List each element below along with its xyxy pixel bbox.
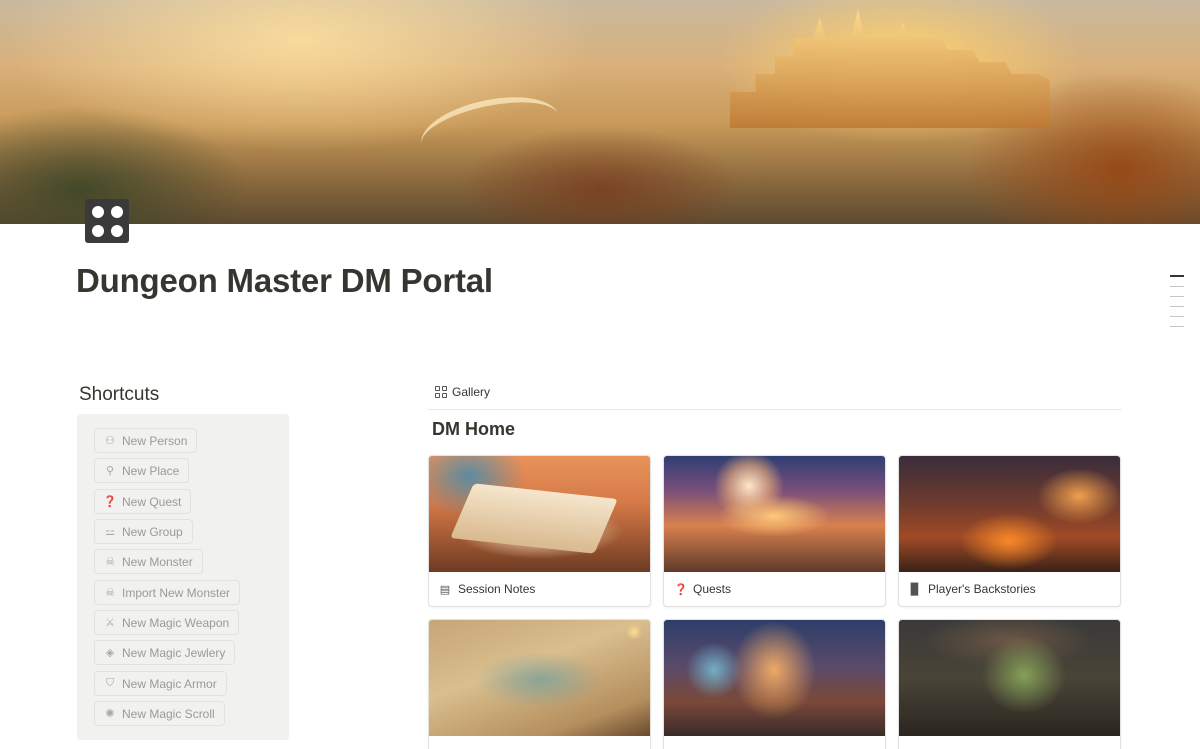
castle-illustration	[730, 8, 1050, 128]
person-add-icon: ⚇	[105, 435, 115, 447]
book-icon: ▉	[910, 583, 920, 596]
new-quest-button[interactable]: ❓ New Quest	[94, 489, 192, 514]
adventuring-party-image	[664, 620, 885, 736]
card-caption	[664, 736, 885, 749]
shortcuts-heading: Shortcuts	[79, 384, 160, 405]
shortcut-label: New Magic Scroll	[122, 706, 215, 721]
table-of-contents-indicator[interactable]	[1170, 275, 1186, 336]
page-title: Dungeon Master DM Portal	[76, 262, 493, 299]
page-icon: ▤	[439, 583, 451, 596]
gem-icon: ◈	[105, 647, 115, 659]
skull-icon: ☠	[105, 587, 115, 599]
planet-sunset-landscape-image	[664, 456, 885, 572]
new-monster-button[interactable]: ☠ New Monster	[94, 549, 203, 574]
gallery-grid-icon	[435, 386, 447, 398]
new-person-button[interactable]: ⚇ New Person	[94, 428, 198, 453]
gallery-card-monster[interactable]	[898, 619, 1121, 749]
shortcut-label: New Person	[122, 433, 188, 448]
shortcut-label: New Group	[122, 524, 183, 539]
sword-icon: ⚔	[105, 617, 115, 629]
speech-bubble-icon: ❓	[103, 496, 117, 508]
section-title: DM Home	[432, 419, 516, 439]
shortcut-label: New Quest	[122, 494, 182, 509]
shortcut-label: New Monster	[122, 554, 193, 569]
import-new-monster-button[interactable]: ☠ Import New Monster	[94, 580, 241, 605]
new-magic-jewlery-button[interactable]: ◈ New Magic Jewlery	[94, 640, 236, 665]
fantasy-map-image	[429, 620, 650, 736]
card-label: Player's Backstories	[928, 582, 1036, 596]
card-caption	[429, 736, 650, 749]
gallery-card-quests[interactable]: ❓ Quests	[663, 455, 886, 607]
new-place-button[interactable]: ⚲ New Place	[94, 458, 190, 483]
new-magic-armor-button[interactable]: ⛉ New Magic Armor	[94, 671, 227, 696]
shortcut-label: New Magic Armor	[122, 676, 217, 691]
tab-gallery[interactable]: Gallery	[435, 385, 490, 399]
gallery-card-party[interactable]	[663, 619, 886, 749]
group-icon: ⚍	[105, 526, 115, 538]
shortcut-label: New Magic Weapon	[122, 615, 230, 630]
card-caption: ❓ Quests	[664, 572, 885, 606]
shortcut-label: New Magic Jewlery	[122, 645, 226, 660]
card-caption	[899, 736, 1120, 749]
new-magic-scroll-button[interactable]: ✺ New Magic Scroll	[94, 701, 225, 726]
shortcuts-panel: ⚇ New Person ⚲ New Place ❓ New Quest ⚍ N…	[77, 414, 289, 740]
skull-icon: ☠	[105, 556, 115, 568]
open-book-desk-image	[429, 456, 650, 572]
cover-image	[0, 0, 1200, 224]
map-pin-icon: ⚲	[105, 465, 115, 477]
sparkle-icon: ✺	[105, 708, 115, 720]
divider	[428, 409, 1122, 410]
card-label: Session Notes	[458, 582, 536, 596]
shortcut-label: Import New Monster	[122, 585, 231, 600]
dice-six-icon[interactable]	[85, 199, 129, 243]
troll-monster-image	[899, 620, 1120, 736]
speech-bubble-icon: ❓	[674, 583, 688, 596]
gallery-card-players-backstories[interactable]: ▉ Player's Backstories	[898, 455, 1121, 607]
tab-label: Gallery	[452, 385, 491, 399]
river-illustration	[415, 86, 565, 174]
shield-icon: ⛉	[105, 677, 115, 689]
gallery-card-session-notes[interactable]: ▤ Session Notes	[428, 455, 651, 607]
shortcut-label: New Place	[122, 463, 180, 478]
card-caption: ▤ Session Notes	[429, 572, 650, 606]
card-label: Quests	[693, 582, 732, 596]
new-magic-weapon-button[interactable]: ⚔ New Magic Weapon	[94, 610, 240, 635]
gallery-card-map[interactable]	[428, 619, 651, 749]
card-caption: ▉ Player's Backstories	[899, 572, 1120, 606]
new-group-button[interactable]: ⚍ New Group	[94, 519, 193, 544]
burning-village-image	[899, 456, 1120, 572]
